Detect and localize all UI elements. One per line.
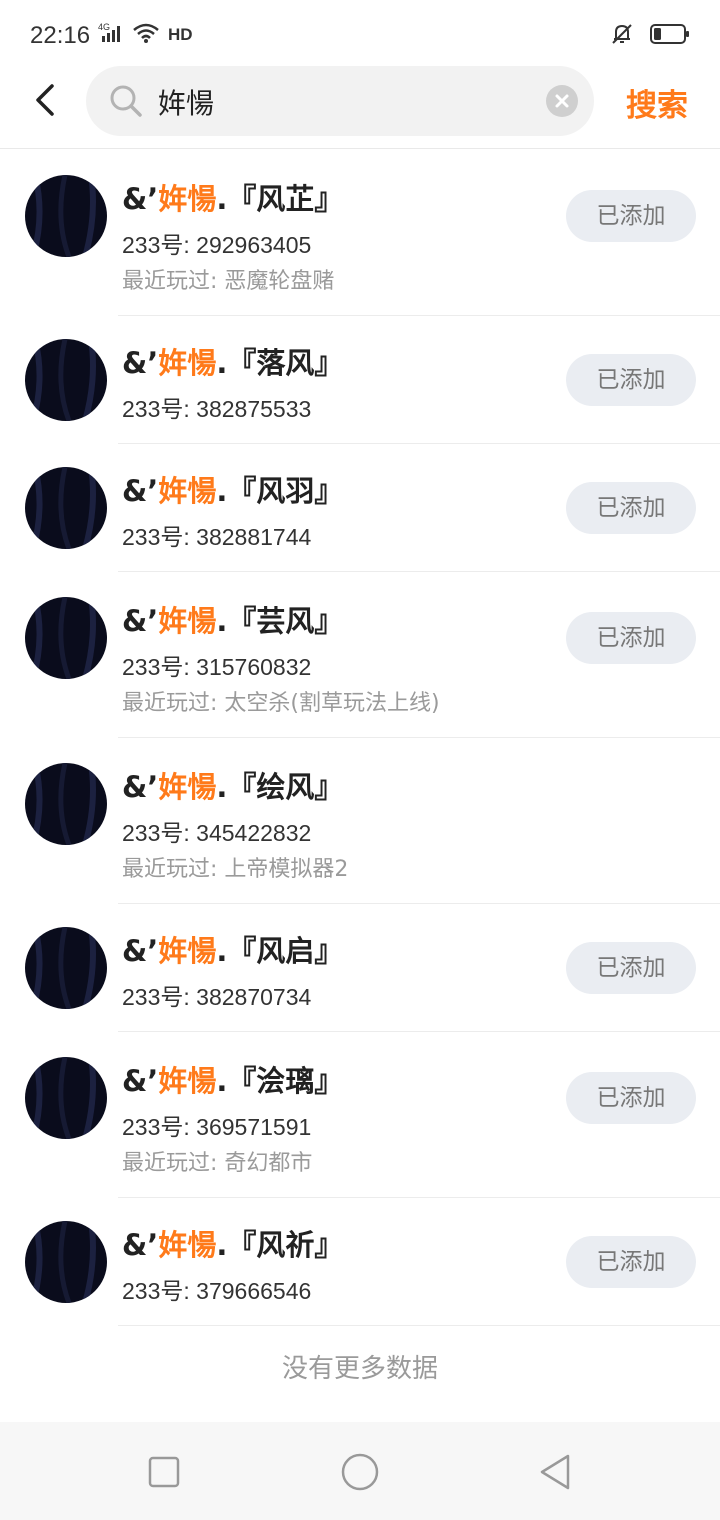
- user-name-suffix: .『风启』: [216, 934, 344, 968]
- avatar[interactable]: [25, 597, 107, 679]
- triangle-back-icon: [540, 1454, 570, 1490]
- user-name-prefix: &’: [122, 934, 159, 968]
- bell-off-icon: [610, 22, 634, 50]
- user-id: 233号: 382870734: [122, 984, 312, 1010]
- signal-icon: 4G: [98, 22, 124, 48]
- user-name-prefix: &’: [122, 474, 159, 508]
- clear-button[interactable]: [546, 85, 578, 117]
- added-button[interactable]: 已添加: [566, 1236, 696, 1288]
- added-button[interactable]: 已添加: [566, 1072, 696, 1124]
- search-icon: [108, 83, 144, 119]
- search-button[interactable]: 搜索: [626, 80, 688, 125]
- network-label: 4G: [98, 22, 110, 32]
- recently-played: 最近玩过: 恶魔轮盘赌: [122, 269, 335, 294]
- status-left-icons: 4G HD: [98, 22, 193, 48]
- added-button[interactable]: 已添加: [566, 942, 696, 994]
- status-time: 22:16: [30, 22, 91, 49]
- user-name-highlight: 姩愓: [158, 934, 217, 968]
- search-header: 搜索: [0, 66, 720, 149]
- user-name: &’姩愓.『风羽』: [122, 468, 343, 510]
- list-item[interactable]: &’姩愓.『风羽』 233号: 382881744 已添加: [0, 444, 720, 572]
- user-id: 233号: 315760832: [122, 654, 312, 680]
- user-name-prefix: &’: [122, 182, 159, 216]
- user-name-highlight: 姩愓: [158, 474, 217, 508]
- list-item[interactable]: &’姩愓.『风芷』 233号: 292963405 最近玩过: 恶魔轮盘赌 已添加: [0, 150, 720, 316]
- wifi-icon: [132, 22, 160, 48]
- added-button[interactable]: 已添加: [566, 354, 696, 406]
- added-button[interactable]: 已添加: [566, 190, 696, 242]
- user-name-suffix: .『芸风』: [216, 604, 344, 638]
- list-item[interactable]: &’姩愓.『风祈』 233号: 379666546 已添加: [0, 1198, 720, 1326]
- list-item[interactable]: &’姩愓.『芸风』 233号: 315760832 最近玩过: 太空杀(割草玩法上线…: [0, 572, 720, 738]
- user-id: 233号: 382881744: [122, 524, 312, 550]
- no-more-data-label: 没有更多数据: [281, 1354, 438, 1384]
- recently-played: 最近玩过: 太空杀(割草玩法上线): [122, 691, 440, 716]
- user-id: 233号: 382875533: [122, 396, 312, 422]
- avatar[interactable]: [25, 1057, 107, 1139]
- user-name-highlight: 姩愓: [158, 182, 217, 216]
- hd-icon: HD: [168, 25, 193, 44]
- search-input[interactable]: [156, 78, 540, 126]
- divider: [118, 1325, 720, 1326]
- status-bar: 22:16 4G HD: [0, 0, 720, 70]
- user-name: &’姩愓.『风启』: [122, 928, 343, 970]
- list-item[interactable]: &’姩愓.『落风』 233号: 382875533 已添加: [0, 316, 720, 444]
- user-name-highlight: 姩愓: [158, 1228, 217, 1262]
- avatar[interactable]: [25, 339, 107, 421]
- recently-played: 最近玩过: 上帝模拟器2: [122, 857, 349, 882]
- user-name-suffix: .『绘风』: [216, 770, 344, 804]
- back-button[interactable]: [26, 78, 70, 122]
- back-nav-button[interactable]: [536, 1452, 576, 1492]
- list-item[interactable]: &’姩愓.『浍璃』 233号: 369571591 最近玩过: 奇幻都市 已添加: [0, 1032, 720, 1198]
- list-item[interactable]: &’姩愓.『风启』 233号: 382870734 已添加: [0, 904, 720, 1032]
- user-name-highlight: 姩愓: [158, 770, 217, 804]
- user-name-suffix: .『浍璃』: [216, 1064, 344, 1098]
- user-name: &’姩愓.『风祈』: [122, 1222, 343, 1264]
- avatar[interactable]: [25, 175, 107, 257]
- results-list: &’姩愓.『风芷』 233号: 292963405 最近玩过: 恶魔轮盘赌 已添加 &’…: [0, 150, 720, 1326]
- user-id: 233号: 379666546: [122, 1278, 312, 1304]
- user-name-highlight: 姩愓: [158, 1064, 217, 1098]
- user-id: 233号: 369571591: [122, 1114, 312, 1140]
- recents-button[interactable]: [144, 1452, 184, 1492]
- circle-icon: [341, 1453, 379, 1491]
- user-name-prefix: &’: [122, 1064, 159, 1098]
- back-arrow-icon: [36, 84, 54, 116]
- square-icon: [148, 1456, 180, 1488]
- user-name: &’姩愓.『绘风』: [122, 764, 343, 806]
- user-name-highlight: 姩愓: [158, 604, 217, 638]
- user-name-suffix: .『风羽』: [216, 474, 344, 508]
- user-name-prefix: &’: [122, 1228, 159, 1262]
- list-item[interactable]: &’姩愓.『绘风』 233号: 345422832 最近玩过: 上帝模拟器2: [0, 738, 720, 904]
- user-name: &’姩愓.『风芷』: [122, 176, 343, 218]
- added-button[interactable]: 已添加: [566, 612, 696, 664]
- user-name-prefix: &’: [122, 770, 159, 804]
- avatar[interactable]: [25, 467, 107, 549]
- user-name: &’姩愓.『落风』: [122, 340, 343, 382]
- added-button[interactable]: 已添加: [566, 482, 696, 534]
- user-name-suffix: .『风芷』: [216, 182, 344, 216]
- user-name: &’姩愓.『芸风』: [122, 598, 343, 640]
- user-name-prefix: &’: [122, 346, 159, 380]
- user-name-suffix: .『风祈』: [216, 1228, 344, 1262]
- user-id: 233号: 292963405: [122, 232, 312, 258]
- status-right-icons: [610, 22, 690, 50]
- system-nav-bar: [0, 1422, 720, 1520]
- user-name-highlight: 姩愓: [158, 346, 217, 380]
- avatar[interactable]: [25, 763, 107, 845]
- user-name: &’姩愓.『浍璃』: [122, 1058, 343, 1100]
- user-name-prefix: &’: [122, 604, 159, 638]
- home-button[interactable]: [340, 1452, 380, 1492]
- avatar[interactable]: [25, 927, 107, 1009]
- battery-icon: [650, 23, 690, 49]
- recently-played: 最近玩过: 奇幻都市: [122, 1151, 313, 1176]
- user-name-suffix: .『落风』: [216, 346, 344, 380]
- avatar[interactable]: [25, 1221, 107, 1303]
- user-id: 233号: 345422832: [122, 820, 312, 846]
- search-box[interactable]: [86, 66, 594, 136]
- close-icon: [555, 94, 569, 108]
